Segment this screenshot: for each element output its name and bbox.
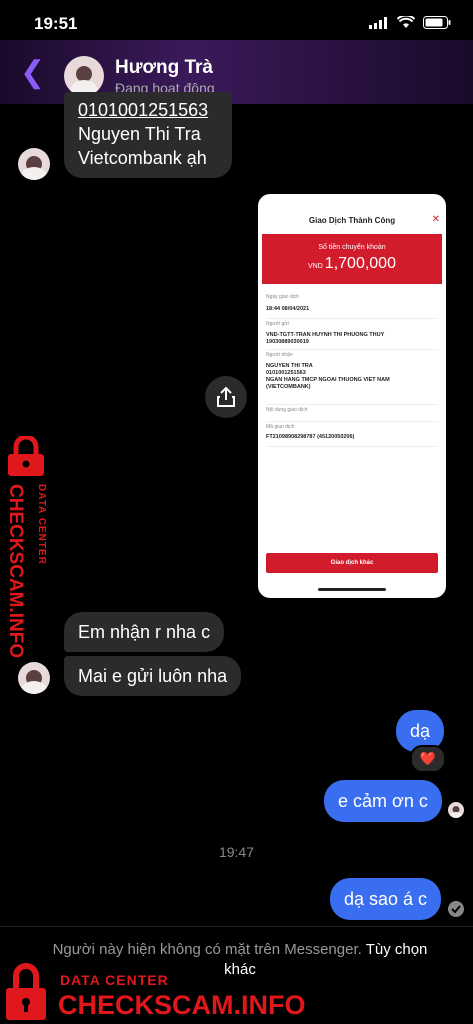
home-indicator — [318, 588, 386, 591]
sender-avatar[interactable] — [18, 148, 50, 180]
lock-icon — [8, 436, 44, 476]
delivered-check-icon — [448, 901, 464, 917]
header-avatar[interactable] — [64, 56, 104, 96]
status-icons — [369, 16, 451, 29]
message-text: Vietcombank ạh — [78, 148, 207, 168]
timestamp-separator: 19:47 — [218, 844, 255, 860]
back-button[interactable]: ❮ — [20, 58, 45, 88]
footer-divider — [0, 926, 473, 927]
account-number-link[interactable]: 0101001251563 — [78, 98, 218, 122]
close-icon: ✕ — [431, 214, 440, 225]
amount-label: Số tiền chuyển khoản — [318, 244, 386, 251]
seen-avatar — [448, 802, 464, 818]
message-outgoing[interactable]: dạ sao á c — [330, 878, 442, 920]
status-time: 19:51 — [34, 14, 78, 33]
message-incoming[interactable]: Mai e gửi luôn nha — [64, 656, 242, 696]
message-incoming[interactable]: Em nhận r nha c — [64, 612, 225, 652]
share-button[interactable] — [205, 376, 247, 418]
sender-avatar[interactable] — [18, 662, 50, 694]
watermark-vertical-line1: DATA CENTER — [36, 484, 47, 565]
share-icon — [217, 386, 235, 407]
message-outgoing[interactable]: e cảm ơn c — [324, 780, 442, 822]
message-incoming[interactable]: 0101001251563 Nguyen Thi Tra Vietcombank… — [64, 92, 232, 178]
receipt-code: Mã giao dịch FT21098908298787 (451200502… — [266, 424, 438, 447]
battery-icon — [423, 16, 451, 29]
watermark-vertical-line2: CHECKSCAM.INFO — [5, 484, 26, 659]
receipt-content: Nội dung giao dịch — [266, 407, 438, 422]
amount-banner: Số tiền chuyển khoản VND 1,700,000 — [262, 234, 442, 284]
contact-name[interactable]: Hương Trà — [115, 57, 213, 79]
message-text: Nguyen Thi Tra — [78, 124, 201, 144]
amount-value: VND 1,700,000 — [308, 255, 396, 272]
receipt-receiver: Người nhận NGUYEN THI TRA 0101001251563 … — [266, 352, 438, 405]
signal-icon — [369, 16, 387, 29]
receipt-date: Ngày giao dịch 18:44 08/04/2021 — [266, 294, 438, 319]
lock-icon — [6, 963, 46, 1020]
watermark-bottom-line1: DATA CENTER — [60, 972, 169, 988]
wifi-icon — [397, 16, 415, 28]
heart-reaction[interactable]: ❤️ — [410, 745, 446, 773]
heart-icon: ❤️ — [419, 751, 437, 766]
receipt-title: Giao Dịch Thành Công — [308, 216, 396, 225]
receipt-sender: Người gửi VND-TGTT-TRAN HUYNH THI PHUONG… — [266, 321, 438, 350]
watermark-bottom-line2: CHECKSCAM.INFO — [58, 990, 306, 1020]
transfer-receipt-image[interactable]: Giao Dịch Thành Công ✕ Số tiền chuyển kh… — [258, 194, 446, 598]
other-transaction-button: Giao dịch khác — [266, 553, 438, 573]
